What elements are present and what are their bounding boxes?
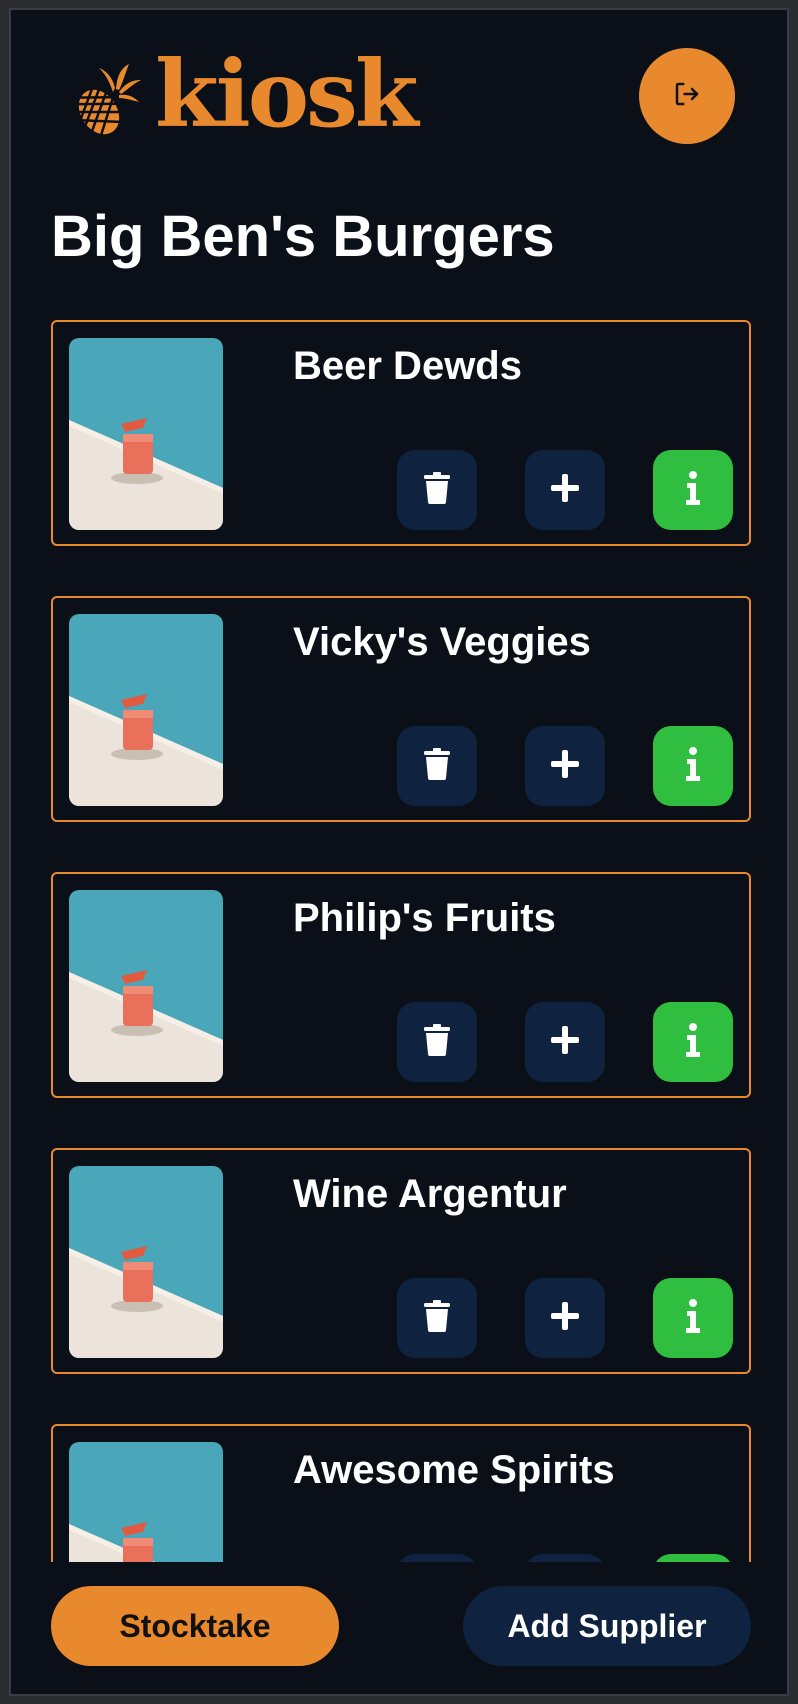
- supplier-card[interactable]: Awesome Spirits: [51, 1424, 751, 1562]
- logout-icon: [672, 79, 702, 114]
- supplier-card[interactable]: Philip's Fruits: [51, 872, 751, 1098]
- trash-icon: [424, 747, 450, 785]
- app-screen: kiosk Big Ben's Burgers Beer Dewds Vicky…: [9, 8, 789, 1696]
- add-item-button[interactable]: [525, 1278, 605, 1358]
- supplier-card[interactable]: Wine Argentur: [51, 1148, 751, 1374]
- supplier-info-button[interactable]: [653, 1278, 733, 1358]
- supplier-card[interactable]: Beer Dewds: [51, 320, 751, 546]
- info-icon: [685, 1298, 701, 1338]
- logout-button[interactable]: [639, 48, 735, 144]
- supplier-name: Awesome Spirits: [293, 1448, 615, 1492]
- plus-icon: [551, 473, 579, 507]
- supplier-thumbnail: [69, 890, 223, 1082]
- supplier-thumbnail: [69, 614, 223, 806]
- logo-wordmark: kiosk: [155, 40, 419, 148]
- delete-supplier-button[interactable]: [397, 1002, 477, 1082]
- supplier-info-button[interactable]: [653, 1002, 733, 1082]
- delete-supplier-button[interactable]: [397, 726, 477, 806]
- info-icon: [685, 1022, 701, 1062]
- supplier-info-button[interactable]: [653, 1554, 733, 1562]
- supplier-name: Beer Dewds: [293, 344, 522, 388]
- supplier-info-button[interactable]: [653, 450, 733, 530]
- plus-icon: [551, 749, 579, 783]
- supplier-name: Vicky's Veggies: [293, 620, 591, 664]
- supplier-list[interactable]: Beer Dewds Vicky's Veggies Philip's Frui…: [11, 320, 787, 1562]
- delete-supplier-button[interactable]: [397, 1554, 477, 1562]
- plus-icon: [551, 1025, 579, 1059]
- trash-icon: [424, 471, 450, 509]
- page-title: Big Ben's Burgers: [51, 204, 555, 269]
- add-supplier-button[interactable]: Add Supplier: [463, 1586, 751, 1666]
- supplier-thumbnail: [69, 1166, 223, 1358]
- pineapple-icon: [69, 62, 141, 138]
- info-icon: [685, 746, 701, 786]
- stocktake-button[interactable]: Stocktake: [51, 1586, 339, 1666]
- add-item-button[interactable]: [525, 1002, 605, 1082]
- delete-supplier-button[interactable]: [397, 450, 477, 530]
- add-item-button[interactable]: [525, 1554, 605, 1562]
- add-item-button[interactable]: [525, 726, 605, 806]
- supplier-name: Wine Argentur: [293, 1172, 567, 1216]
- trash-icon: [424, 1299, 450, 1337]
- add-item-button[interactable]: [525, 450, 605, 530]
- supplier-info-button[interactable]: [653, 726, 733, 806]
- info-icon: [685, 470, 701, 510]
- supplier-name: Philip's Fruits: [293, 896, 556, 940]
- delete-supplier-button[interactable]: [397, 1278, 477, 1358]
- supplier-thumbnail: [69, 1442, 223, 1562]
- supplier-thumbnail: [69, 338, 223, 530]
- trash-icon: [424, 1023, 450, 1061]
- kiosk-logo: kiosk: [69, 48, 419, 140]
- plus-icon: [551, 1301, 579, 1335]
- supplier-card[interactable]: Vicky's Veggies: [51, 596, 751, 822]
